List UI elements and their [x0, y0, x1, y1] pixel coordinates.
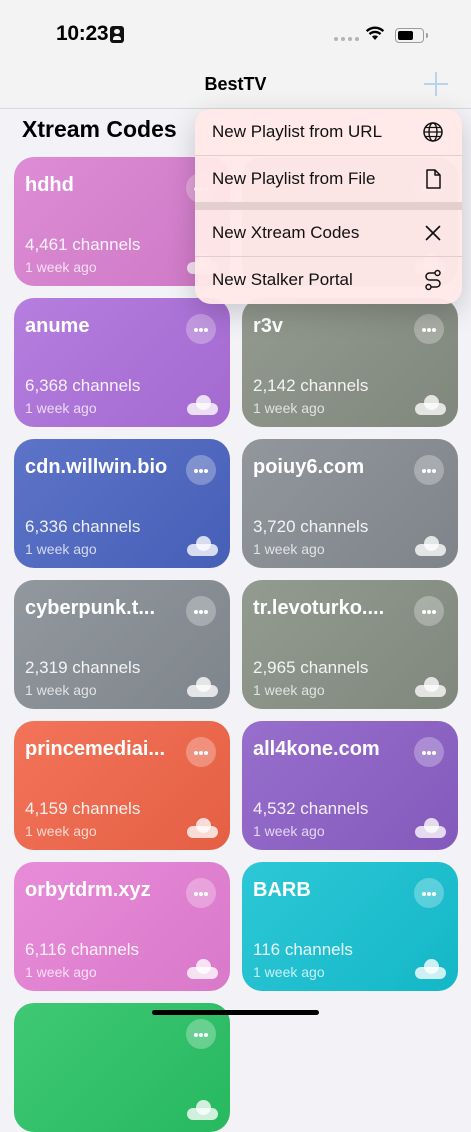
more-options-icon[interactable]: [414, 455, 444, 485]
channel-count: 3,720 channels: [253, 517, 369, 536]
playlist-name: BARB: [253, 879, 311, 901]
updated-time: 1 week ago: [253, 823, 325, 839]
more-options-icon[interactable]: [414, 314, 444, 344]
playlist-card[interactable]: poiuy6.com 3,720 channels 1 week ago: [242, 439, 458, 568]
playlist-name: poiuy6.com: [253, 456, 365, 478]
menu-item-label: New Playlist from File: [212, 169, 376, 188]
route-icon: [425, 269, 441, 291]
document-icon: [426, 169, 441, 189]
cloud-icon: [415, 959, 446, 979]
cloud-icon: [415, 677, 446, 697]
battery-icon: [395, 28, 428, 43]
home-indicator: [152, 1010, 319, 1015]
section-title: Xtream Codes: [22, 116, 177, 142]
playlist-name: cdn.willwin.bio: [25, 456, 168, 478]
updated-time: 1 week ago: [25, 400, 97, 416]
playlist-card[interactable]: cyberpunk.t... 2,319 channels 1 week ago: [14, 580, 230, 709]
playlist-card[interactable]: cdn.willwin.bio 6,336 channels 1 week ago: [14, 439, 230, 568]
more-options-icon[interactable]: [414, 596, 444, 626]
cloud-icon: [187, 536, 218, 556]
playlist-name: anume: [25, 315, 90, 337]
menu-item-label: New Playlist from URL: [212, 122, 383, 141]
channel-count: 6,116 channels: [25, 940, 140, 959]
channel-count: 6,368 channels: [25, 376, 141, 395]
playlist-name: hdhd: [25, 174, 74, 196]
updated-time: 1 week ago: [253, 400, 325, 416]
playlist-name: cyberpunk.t...: [25, 597, 156, 619]
cloud-icon: [187, 1100, 218, 1120]
more-options-icon[interactable]: [414, 878, 444, 908]
globe-icon: [423, 122, 443, 142]
playlist-card[interactable]: BARB 116 channels 1 week ago: [242, 862, 458, 991]
playlist-name: orbytdrm.xyz: [25, 879, 151, 901]
add-icon[interactable]: [424, 72, 448, 96]
menu-item-new-playlist-url[interactable]: New Playlist from URL: [195, 109, 462, 155]
cloud-icon: [187, 818, 218, 838]
add-menu: New Playlist from URL New Playlist from …: [195, 109, 462, 304]
cloud-icon: [187, 395, 218, 415]
channel-count: 4,159 channels: [25, 799, 141, 818]
menu-item-new-playlist-file[interactable]: New Playlist from File: [195, 156, 462, 202]
clock: 10:23: [56, 22, 109, 45]
wifi-icon: [365, 26, 385, 40]
more-options-icon[interactable]: [186, 314, 216, 344]
menu-group-separator: [195, 202, 462, 210]
playlist-card[interactable]: princemediai... 4,159 channels 1 week ago: [14, 721, 230, 850]
updated-time: 1 week ago: [253, 541, 325, 557]
playlist-card[interactable]: anume 6,368 channels 1 week ago: [14, 298, 230, 427]
menu-item-label: New Xtream Codes: [212, 223, 360, 242]
playlist-name: all4kone.com: [253, 738, 380, 760]
more-options-icon[interactable]: [186, 737, 216, 767]
channel-count: 2,142 channels: [253, 376, 369, 395]
channel-count: 2,965 channels: [253, 658, 369, 677]
playlist-card[interactable]: orbytdrm.xyz 6,116 channels 1 week ago: [14, 862, 230, 991]
channel-count: 4,532 channels: [253, 799, 369, 818]
cloud-icon: [415, 395, 446, 415]
updated-time: 1 week ago: [253, 682, 325, 698]
navigation-bar: BestTV: [0, 68, 471, 109]
close-icon: [425, 225, 441, 241]
more-options-icon[interactable]: [186, 596, 216, 626]
channel-count: 116 channels: [253, 940, 353, 959]
playlist-card[interactable]: r3v 2,142 channels 1 week ago: [242, 298, 458, 427]
updated-time: 1 week ago: [25, 541, 97, 557]
more-options-icon[interactable]: [186, 878, 216, 908]
more-options-icon[interactable]: [414, 737, 444, 767]
more-options-icon[interactable]: [186, 455, 216, 485]
playlist-name: tr.levoturko....: [253, 597, 385, 619]
nav-title: BestTV: [204, 74, 267, 94]
cloud-icon: [415, 536, 446, 556]
cellular-signal-icon: [334, 37, 359, 41]
updated-time: 1 week ago: [25, 259, 97, 275]
playlist-name: princemediai...: [25, 738, 166, 760]
menu-item-new-stalker-portal[interactable]: New Stalker Portal: [195, 257, 462, 303]
channel-count: 2,319 channels: [25, 658, 141, 677]
cloud-icon: [415, 818, 446, 838]
menu-item-label: New Stalker Portal: [212, 270, 353, 289]
playlist-card[interactable]: all4kone.com 4,532 channels 1 week ago: [242, 721, 458, 850]
playlist-card[interactable]: tr.levoturko.... 2,965 channels 1 week ago: [242, 580, 458, 709]
menu-item-new-xtream-codes[interactable]: New Xtream Codes: [195, 210, 462, 256]
channel-count: 4,461 channels: [25, 235, 141, 254]
updated-time: 1 week ago: [25, 682, 97, 698]
contact-card-icon: [110, 26, 124, 43]
updated-time: 1 week ago: [25, 964, 97, 980]
channel-count: 6,336 channels: [25, 517, 141, 536]
updated-time: 1 week ago: [253, 964, 325, 980]
updated-time: 1 week ago: [25, 823, 97, 839]
playlist-card[interactable]: [14, 1003, 230, 1132]
status-bar: 10:23: [0, 0, 471, 68]
cloud-icon: [187, 959, 218, 979]
cloud-icon: [187, 677, 218, 697]
playlist-name: r3v: [253, 315, 284, 337]
